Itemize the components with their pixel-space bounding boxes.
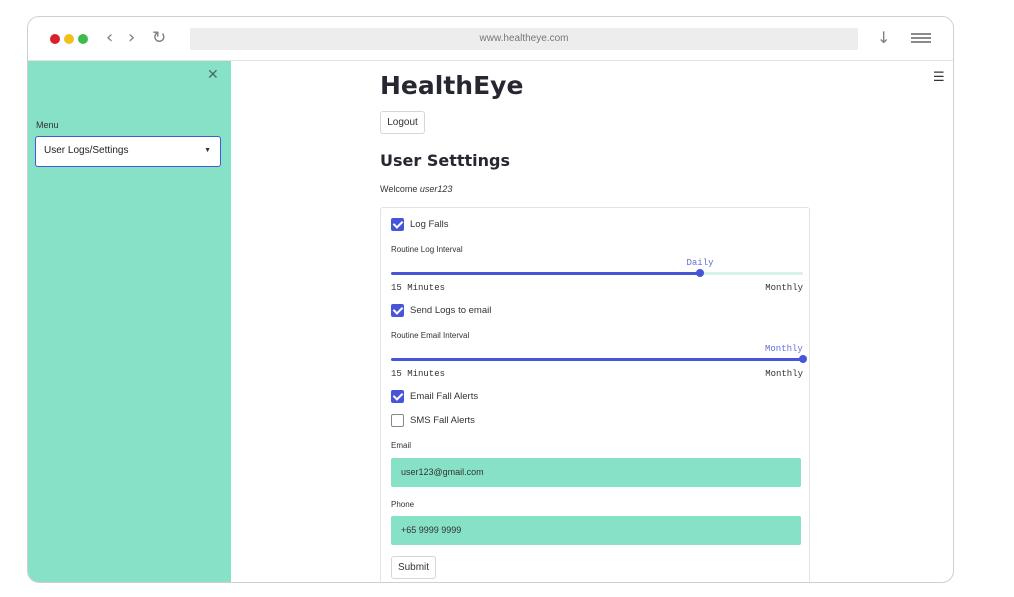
page-title: HealthEye [380,71,524,100]
email-alerts-check-icon[interactable] [391,390,404,403]
minimize-window-button[interactable] [64,34,74,44]
logout-button[interactable]: Logout [380,111,425,134]
main-content: ☰ HealthEye Logout User Setttings Welcom… [231,61,953,582]
slider-thumb[interactable] [696,269,704,277]
maximize-window-button[interactable] [78,34,88,44]
routine-log-interval-label: Routine Log Interval [391,245,463,254]
log-falls-check-icon[interactable] [391,218,404,231]
menu-label: Menu [36,120,59,130]
settings-form: Log Falls Routine Log Interval Daily 15 … [380,207,810,582]
forward-icon[interactable]: › [128,27,135,49]
sms-alerts-label: SMS Fall Alerts [410,415,475,426]
log-falls-label: Log Falls [410,219,449,230]
send-logs-label: Send Logs to email [410,305,492,316]
page-select[interactable]: User Logs/Settings ▼ [35,136,221,167]
send-logs-check-icon[interactable] [391,304,404,317]
slider-max-label: Monthly [765,283,803,293]
browser-window: ‹ › ↻ www.healtheye.com ↓ ✕ Menu User Lo… [27,16,954,583]
browser-menu-icon[interactable] [911,33,931,45]
app-menu-icon[interactable]: ☰ [933,71,945,84]
email-field[interactable]: user123@gmail.com [391,458,801,487]
reload-icon[interactable]: ↻ [152,27,166,49]
slider-value: Monthly [765,344,803,354]
slider-value: Daily [686,258,714,268]
slider-min-label: 15 Minutes [391,283,446,293]
section-title: User Setttings [380,151,510,170]
phone-field[interactable]: +65 9999 9999 [391,516,801,545]
welcome-text: Welcome user123 [380,184,452,194]
slider-min-label: 15 Minutes [391,369,446,379]
routine-email-interval-label: Routine Email Interval [391,331,470,340]
download-icon[interactable]: ↓ [877,27,890,49]
close-window-button[interactable] [50,34,60,44]
back-icon[interactable]: ‹ [106,27,113,49]
routine-email-interval-slider[interactable]: Monthly 15 Minutes Monthly [391,340,807,379]
welcome-prefix: Welcome [380,184,418,194]
close-sidebar-icon[interactable]: ✕ [207,67,219,83]
page-select-value: User Logs/Settings [44,145,129,156]
sms-alerts-check-icon[interactable] [391,414,404,427]
submit-button[interactable]: Submit [391,556,436,579]
slider-thumb[interactable] [799,355,807,363]
slider-fill [391,272,700,275]
caret-down-icon: ▼ [204,147,211,154]
username: user123 [419,184,453,194]
slider-max-label: Monthly [765,369,803,379]
email-label: Email [391,441,412,450]
phone-label: Phone [391,500,415,509]
sidebar: ✕ Menu User Logs/Settings ▼ [28,61,231,582]
email-alerts-label: Email Fall Alerts [410,391,479,402]
slider-fill [391,358,803,361]
routine-log-interval-slider[interactable]: Daily 15 Minutes Monthly [391,254,803,293]
address-bar[interactable]: www.healtheye.com [190,28,858,50]
browser-toolbar: ‹ › ↻ www.healtheye.com ↓ [28,17,953,61]
